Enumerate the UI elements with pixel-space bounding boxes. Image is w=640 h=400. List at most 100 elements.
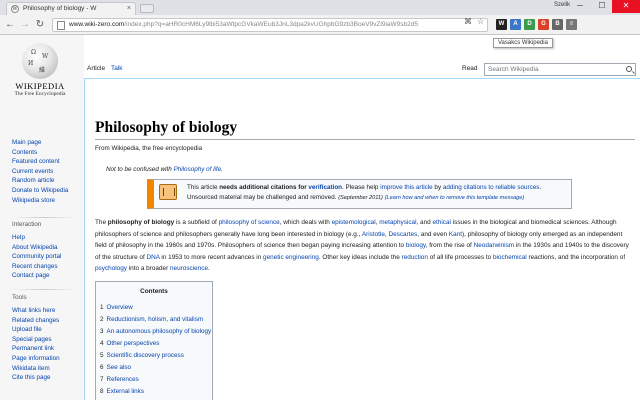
- link-psychology[interactable]: psychology: [95, 265, 127, 272]
- toc-item[interactable]: 2 Reductionism, holism, and vitalism: [100, 316, 203, 323]
- sidebar-tools-link[interactable]: Special pages: [12, 336, 52, 343]
- sidebar-nav-link[interactable]: Wikipedia store: [12, 197, 55, 204]
- link-reduction[interactable]: reduction: [402, 254, 428, 261]
- bookmark-star-icon[interactable]: ☆: [477, 17, 484, 26]
- toc-number: 3: [100, 328, 104, 335]
- page-tabs-bar: Article Talk Read Search Wikipedia: [84, 35, 640, 80]
- tab-article[interactable]: Article: [87, 65, 105, 72]
- sidebar-tools-link[interactable]: What links here: [12, 307, 55, 314]
- sidebar-nav-link[interactable]: Random article: [12, 177, 54, 184]
- tab-talk[interactable]: Talk: [111, 65, 123, 72]
- toc-link[interactable]: Reductionism, holism, and vitalism: [107, 316, 204, 323]
- new-tab-button[interactable]: [140, 4, 154, 13]
- lead-text: , which deals with: [279, 219, 332, 226]
- wiki-sidebar: ΩW И維 WIKIPEDIA The Free Encyclopedia Ma…: [0, 35, 84, 400]
- toc-item[interactable]: 8 External links: [100, 388, 144, 395]
- extension-button-icon[interactable]: W: [496, 19, 507, 30]
- toc-link[interactable]: An autonomous philosophy of biology: [107, 328, 212, 335]
- lead-text: . Other key ideas include the: [318, 253, 402, 261]
- extension-button-icon[interactable]: D: [524, 19, 535, 30]
- link-aristotle[interactable]: Aristotle: [362, 231, 385, 238]
- link-ethical[interactable]: ethical: [432, 219, 450, 226]
- verification-link[interactable]: verification: [308, 184, 342, 191]
- browser-titlebar: W Philosophy of biology - W × Szelik ─ ☐…: [0, 0, 640, 15]
- sidebar-heading-interaction: Interaction: [12, 221, 42, 228]
- sidebar-tools-link[interactable]: Permanent link: [12, 345, 54, 352]
- article-content: Philosophy of biology From Wikipedia, th…: [84, 78, 640, 400]
- link-epistemological[interactable]: epistemological: [332, 219, 376, 226]
- reliable-sources-link[interactable]: adding citations to reliable sources: [443, 184, 540, 191]
- tab-close-icon[interactable]: ×: [127, 3, 131, 14]
- toc-item[interactable]: 1 Overview: [100, 304, 133, 311]
- link-genetic-engineering[interactable]: genetic engineering: [263, 254, 319, 261]
- notice-part: . Please help: [342, 184, 381, 191]
- link-kant[interactable]: Kant: [449, 231, 462, 238]
- link-dna[interactable]: DNA: [147, 254, 160, 261]
- page-info-icon[interactable]: [57, 21, 65, 30]
- toc-item[interactable]: 3 An autonomous philosophy of biology: [100, 328, 211, 335]
- tagline: The Free Encyclopedia: [14, 91, 66, 97]
- minimize-icon[interactable]: ─: [568, 0, 592, 13]
- remove-template-link[interactable]: (Learn how and when to remove this templ…: [385, 195, 525, 201]
- link-biochemical[interactable]: biochemical: [493, 254, 527, 261]
- sidebar-nav-link[interactable]: Contents: [12, 149, 37, 156]
- address-bar[interactable]: www.wiki-zero.com/index.php?q=aHR0cHM6Ly…: [52, 18, 488, 32]
- sidebar-interaction-link[interactable]: Community portal: [12, 253, 61, 260]
- hatnote-suffix: .: [221, 166, 223, 173]
- toc-link[interactable]: Scientific discovery process: [107, 352, 184, 359]
- hatnote-link[interactable]: Philosophy of life: [174, 166, 222, 173]
- sidebar-interaction-link[interactable]: Recent changes: [12, 263, 58, 270]
- reload-icon[interactable]: ↻: [34, 19, 46, 31]
- link-neuroscience[interactable]: neuroscience: [170, 265, 208, 272]
- sidebar-interaction-link[interactable]: Contact page: [12, 272, 49, 279]
- link-metaphysical[interactable]: metaphysical: [379, 219, 416, 226]
- search-icon[interactable]: [626, 66, 632, 72]
- wikipedia-logo[interactable]: ΩW И維 WIKIPEDIA The Free Encyclopedia: [12, 43, 68, 103]
- toc-link[interactable]: Other perspectives: [107, 340, 160, 347]
- toc-link[interactable]: References: [107, 376, 139, 383]
- sidebar-tools-link[interactable]: Wikidata item: [12, 365, 50, 372]
- sidebar-nav-link[interactable]: Main page: [12, 139, 41, 146]
- toc-number: 4: [100, 340, 104, 347]
- toc-link[interactable]: See also: [107, 364, 132, 371]
- sidebar-nav-link[interactable]: Current events: [12, 168, 53, 175]
- toc-item[interactable]: 7 References: [100, 376, 139, 383]
- improve-article-link[interactable]: improve this article: [380, 184, 433, 191]
- extension-button-icon[interactable]: G: [538, 19, 549, 30]
- maximize-icon[interactable]: ☐: [590, 0, 614, 13]
- link-descartes[interactable]: Descartes: [388, 231, 417, 238]
- extension-button-icon[interactable]: ≡: [566, 19, 577, 30]
- wordmark: WIKIPEDIA: [15, 81, 65, 91]
- sidebar-tools-link[interactable]: Cite this page: [12, 374, 51, 381]
- close-window-icon[interactable]: ✕: [612, 0, 640, 13]
- link-biology[interactable]: biology: [406, 242, 426, 249]
- link-neodarwinism[interactable]: Neodarwinism: [474, 242, 515, 249]
- sidebar-nav-link[interactable]: Donate to Wikipedia: [12, 187, 68, 194]
- toc-link[interactable]: External links: [107, 388, 144, 395]
- sidebar-tools-link[interactable]: Page information: [12, 355, 60, 362]
- toc-number: 7: [100, 376, 104, 383]
- toc-item[interactable]: 5 Scientific discovery process: [100, 352, 184, 359]
- translate-icon[interactable]: ⌘: [464, 17, 472, 26]
- sidebar-interaction-link[interactable]: Help: [12, 234, 25, 241]
- extension-button-icon[interactable]: B: [552, 19, 563, 30]
- toc-link[interactable]: Overview: [107, 304, 133, 311]
- sidebar-tools-link[interactable]: Related changes: [12, 317, 59, 324]
- toc-item[interactable]: 4 Other perspectives: [100, 340, 159, 347]
- notice-line2: Unsourced material may be challenged and…: [187, 194, 337, 201]
- link-philosophy-of-science[interactable]: philosophy of science: [219, 219, 280, 226]
- lead-text: is a subfield of: [174, 219, 219, 226]
- back-arrow-icon[interactable]: ←: [4, 19, 16, 31]
- tab-read[interactable]: Read: [462, 65, 478, 72]
- toc-item[interactable]: 6 See also: [100, 364, 131, 371]
- lead-text: , and: [416, 219, 433, 226]
- toc-number: 5: [100, 352, 104, 359]
- sidebar-tools-link[interactable]: Upload file: [12, 326, 42, 333]
- toc-number: 2: [100, 316, 104, 323]
- extension-button-icon[interactable]: A: [510, 19, 521, 30]
- search-input[interactable]: Search Wikipedia: [484, 63, 636, 76]
- sidebar-interaction-link[interactable]: About Wikipedia: [12, 244, 58, 251]
- forward-arrow-icon[interactable]: →: [19, 19, 31, 31]
- browser-tab[interactable]: W Philosophy of biology - W ×: [6, 2, 136, 15]
- sidebar-nav-link[interactable]: Featured content: [12, 158, 60, 165]
